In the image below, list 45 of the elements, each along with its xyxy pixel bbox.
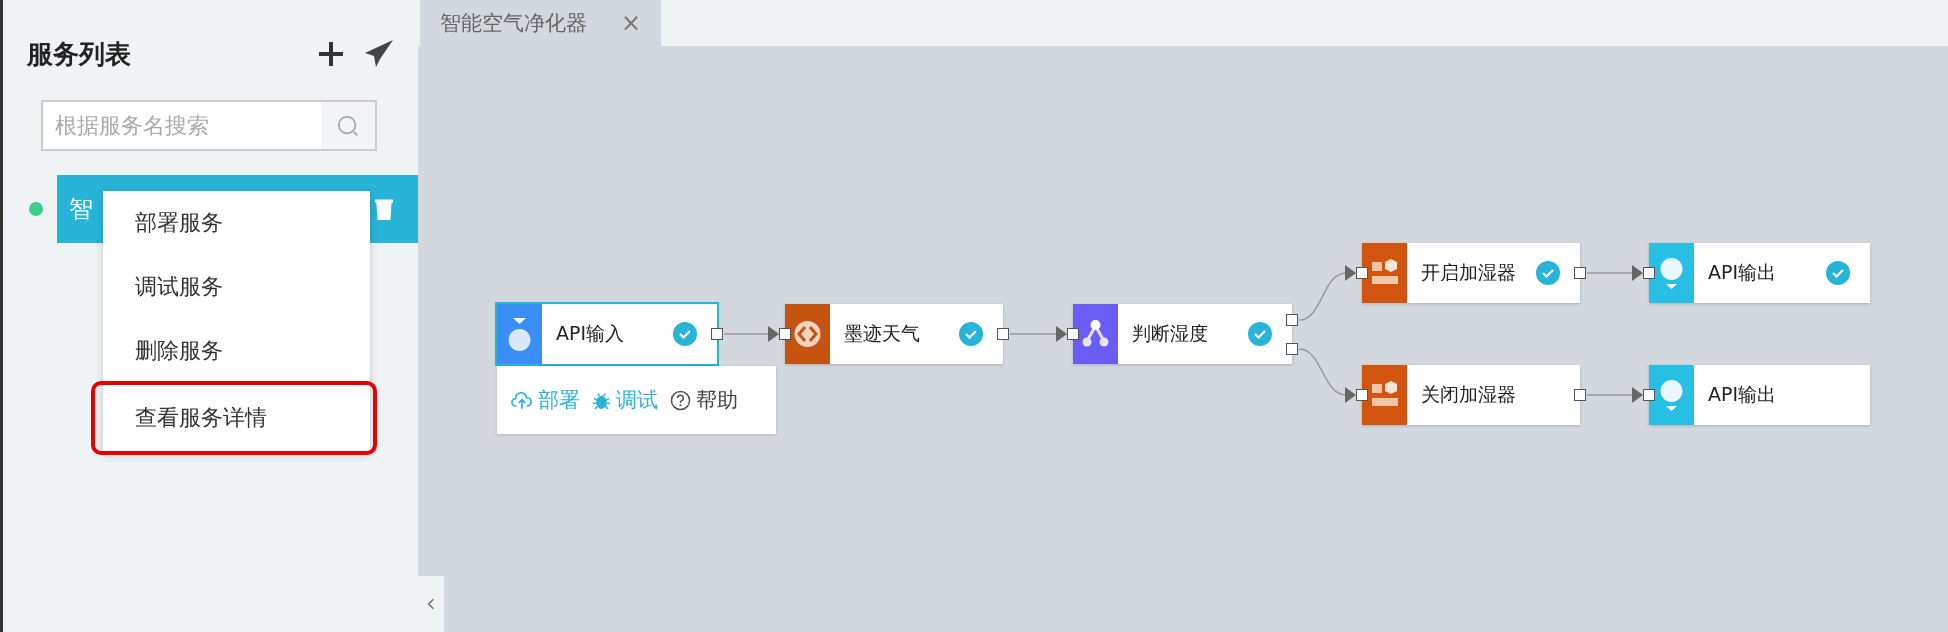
- connector-arrow: [1298, 348, 1356, 403]
- node-label: API输入: [555, 321, 626, 346]
- input-port[interactable]: [779, 328, 791, 340]
- menu-item[interactable]: 删除服务: [103, 319, 370, 383]
- toolbar-link[interactable]: 帮助: [670, 386, 738, 414]
- node-label: 判断湿度: [1131, 321, 1209, 346]
- input-port[interactable]: [1643, 389, 1655, 401]
- connector-arrow: [1586, 387, 1643, 403]
- trash-icon[interactable]: [374, 198, 394, 220]
- input-port[interactable]: [1643, 267, 1655, 279]
- connector-arrow: [1298, 265, 1356, 321]
- output-port[interactable]: [1574, 267, 1586, 279]
- flow-node[interactable]: 关闭加湿器: [1362, 365, 1580, 425]
- connector-arrow: [1586, 265, 1643, 281]
- flow-node[interactable]: 墨迹天气: [785, 304, 1003, 364]
- help-icon: [670, 389, 691, 411]
- input-port[interactable]: [1067, 328, 1079, 340]
- connector-arrow: [723, 326, 779, 342]
- flow-node[interactable]: 开启加湿器: [1362, 243, 1580, 303]
- menu-item[interactable]: 调试服务: [103, 255, 370, 319]
- menu-item[interactable]: 查看服务详情: [93, 383, 375, 453]
- menu-item[interactable]: 部署服务: [103, 191, 370, 255]
- flow-node[interactable]: 判断湿度: [1073, 304, 1292, 364]
- input-port[interactable]: [1356, 389, 1368, 401]
- output-port[interactable]: [1286, 314, 1298, 326]
- flow-node[interactable]: API输出: [1649, 365, 1870, 425]
- flow-node[interactable]: API输入: [497, 304, 717, 364]
- panel-title: 服务列表: [27, 37, 132, 71]
- add-icon[interactable]: [316, 39, 346, 69]
- chevron-left-icon: [427, 597, 435, 611]
- node-label: 开启加湿器: [1420, 260, 1517, 285]
- flow-node[interactable]: API输出: [1649, 243, 1870, 303]
- cloud-upload-icon: [511, 390, 533, 410]
- output-port[interactable]: [1574, 389, 1586, 401]
- input-port[interactable]: [1356, 267, 1368, 279]
- send-icon[interactable]: [364, 39, 394, 69]
- node-label: API输出: [1707, 382, 1778, 407]
- node-label: 墨迹天气: [843, 321, 921, 346]
- output-port[interactable]: [1286, 343, 1298, 355]
- output-port[interactable]: [711, 328, 723, 340]
- node-label: API输出: [1707, 260, 1778, 285]
- connector-arrow: [1009, 326, 1067, 342]
- output-port[interactable]: [997, 328, 1009, 340]
- tab[interactable]: 智能空气净化器 ×: [420, 0, 662, 46]
- node-label: 关闭加湿器: [1420, 382, 1517, 407]
